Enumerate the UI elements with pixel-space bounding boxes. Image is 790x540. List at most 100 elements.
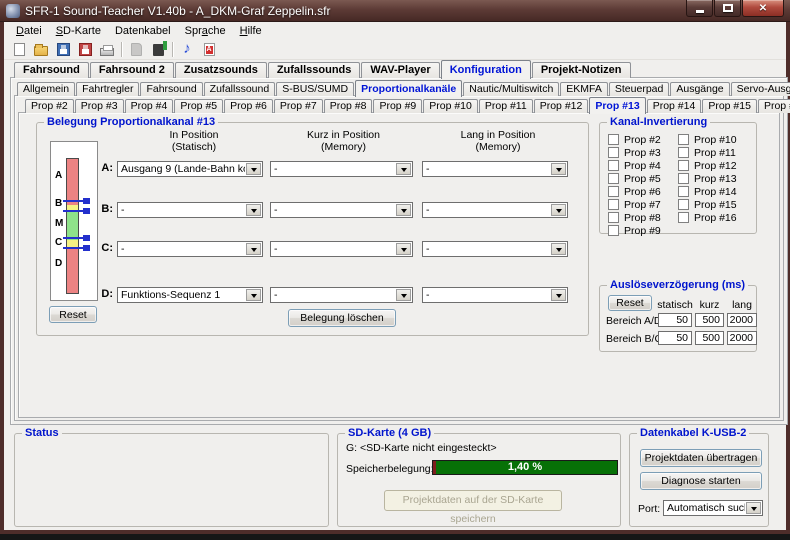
tab-nautic-multiswitch[interactable]: Nautic/Multiswitch [463,82,559,96]
tab-steuerpad[interactable]: Steuerpad [609,82,669,96]
tab-prop-6[interactable]: Prop #6 [224,99,273,113]
combo-arrow[interactable] [246,243,261,255]
minimize-button[interactable] [686,0,713,17]
delay-reset-button[interactable]: Reset [608,295,652,311]
clear-assignment-button[interactable]: Belegung löschen [288,309,396,327]
checkbox-prop-9[interactable]: Prop #9 [608,224,661,237]
assignment-select-c-col1[interactable]: - [117,241,263,257]
port-select[interactable]: Automatisch suchen [663,500,763,516]
checkbox-prop-5[interactable]: Prop #5 [608,172,661,185]
tab-zusatzsounds[interactable]: Zusatzsounds [175,62,267,78]
checkbox-prop-15[interactable]: Prop #15 [678,198,737,211]
tab-prop-11[interactable]: Prop #11 [479,99,533,113]
tab-prop-4[interactable]: Prop #4 [125,99,174,113]
start-diagnose-button[interactable]: Diagnose starten [640,472,762,490]
channel-reset-button[interactable]: Reset [49,306,97,323]
tab-prop-10[interactable]: Prop #10 [423,99,478,113]
checkbox-prop-7[interactable]: Prop #7 [608,198,661,211]
assignment-select-d-col2[interactable]: - [270,287,413,303]
tab-ekmfa[interactable]: EKMFA [560,82,608,96]
delay-bc-lang-field[interactable] [727,331,757,345]
save-project-button[interactable] [52,39,74,59]
tab-zufallssounds[interactable]: Zufallssounds [268,62,361,78]
checkbox-prop-13[interactable]: Prop #13 [678,172,737,185]
tab-prop-8[interactable]: Prop #8 [324,99,373,113]
combo-arrow[interactable] [551,289,566,301]
combo-arrow[interactable] [246,204,261,216]
delay-bc-statisch-field[interactable] [658,331,692,345]
checkbox-prop-6[interactable]: Prop #6 [608,185,661,198]
tab-fahrsound[interactable]: Fahrsound [140,82,202,96]
save-project-as-button[interactable] [74,39,96,59]
assignment-select-b-col2[interactable]: - [270,202,413,218]
tab-s-bus-sumd[interactable]: S-BUS/SUMD [276,82,354,96]
assignment-select-b-col3[interactable]: - [422,202,568,218]
combo-arrow[interactable] [396,204,411,216]
tab-prop-13[interactable]: Prop #13 [589,97,645,114]
tab-prop-16[interactable]: Prop #16 [758,99,790,113]
assignment-select-c-col2[interactable]: - [270,241,413,257]
tab-projekt-notizen[interactable]: Projekt-Notizen [532,62,631,78]
port-combo-arrow[interactable] [746,502,761,514]
tab-servo-ausg-nge[interactable]: Servo-Ausgänge [731,82,790,96]
menu-datei[interactable]: Datei [9,24,49,38]
checkbox-prop-16[interactable]: Prop #16 [678,211,737,224]
maximize-button[interactable] [714,0,741,17]
tab-allgemein[interactable]: Allgemein [17,82,75,96]
tab-prop-5[interactable]: Prop #5 [174,99,223,113]
tab-prop-12[interactable]: Prop #12 [534,99,589,113]
print-button[interactable] [96,39,118,59]
combo-arrow[interactable] [551,243,566,255]
tab-prop-2[interactable]: Prop #2 [25,99,74,113]
assignment-select-d-col1[interactable]: Funktions-Sequenz 1 [117,287,263,303]
combo-arrow[interactable] [396,163,411,175]
tab-prop-14[interactable]: Prop #14 [647,99,702,113]
assignment-select-a-col1[interactable]: Ausgang 9 (Lande-Bahn komplett) [117,161,263,177]
combo-arrow[interactable] [551,163,566,175]
tab-prop-9[interactable]: Prop #9 [373,99,422,113]
tab-prop-15[interactable]: Prop #15 [702,99,757,113]
checkbox-prop-3[interactable]: Prop #3 [608,146,661,159]
tab-fahrsound-2[interactable]: Fahrsound 2 [90,62,174,78]
tab-fahrsound[interactable]: Fahrsound [14,62,89,78]
usb-transfer-button[interactable] [147,39,169,59]
trim-marker-line[interactable] [63,237,83,239]
new-file-button[interactable] [8,39,30,59]
combo-arrow[interactable] [396,243,411,255]
combo-arrow[interactable] [246,163,261,175]
menu-sprache[interactable]: Sprache [178,24,233,38]
tab-prop-7[interactable]: Prop #7 [274,99,323,113]
combo-arrow[interactable] [246,289,261,301]
combo-arrow[interactable] [396,289,411,301]
checkbox-prop-2[interactable]: Prop #2 [608,133,661,146]
wav-player-button[interactable]: ♪ [176,39,198,59]
assignment-select-b-col1[interactable]: - [117,202,263,218]
open-file-button[interactable] [30,39,52,59]
assignment-select-c-col3[interactable]: - [422,241,568,257]
delay-bc-kurz-field[interactable] [695,331,724,345]
pdf-export-button[interactable] [198,39,220,59]
checkbox-prop-11[interactable]: Prop #11 [678,146,737,159]
tab-zufallssound[interactable]: Zufallssound [204,82,276,96]
menu-datenkabel[interactable]: Datenkabel [108,24,178,38]
menu-sd-karte[interactable]: SD-Karte [49,24,108,38]
tab-konfiguration[interactable]: Konfiguration [441,60,531,79]
menu-hilfe[interactable]: Hilfe [233,24,269,38]
checkbox-prop-8[interactable]: Prop #8 [608,211,661,224]
delay-ad-lang-field[interactable] [727,313,757,327]
transfer-project-button[interactable]: Projektdaten übertragen [640,449,762,467]
tab-ausg-nge[interactable]: Ausgänge [670,82,729,96]
checkbox-prop-10[interactable]: Prop #10 [678,133,737,146]
delay-ad-kurz-field[interactable] [695,313,724,327]
combo-arrow[interactable] [551,204,566,216]
assignment-select-a-col3[interactable]: - [422,161,568,177]
assignment-select-d-col3[interactable]: - [422,287,568,303]
tab-prop-3[interactable]: Prop #3 [75,99,124,113]
assignment-select-a-col2[interactable]: - [270,161,413,177]
checkbox-prop-14[interactable]: Prop #14 [678,185,737,198]
tab-wav-player[interactable]: WAV-Player [361,62,439,78]
checkbox-prop-12[interactable]: Prop #12 [678,159,737,172]
close-button[interactable]: ✕ [742,0,784,17]
tab-fahrtregler[interactable]: Fahrtregler [76,82,139,96]
tab-proportionalkan-le[interactable]: Proportionalkanäle [355,80,462,97]
